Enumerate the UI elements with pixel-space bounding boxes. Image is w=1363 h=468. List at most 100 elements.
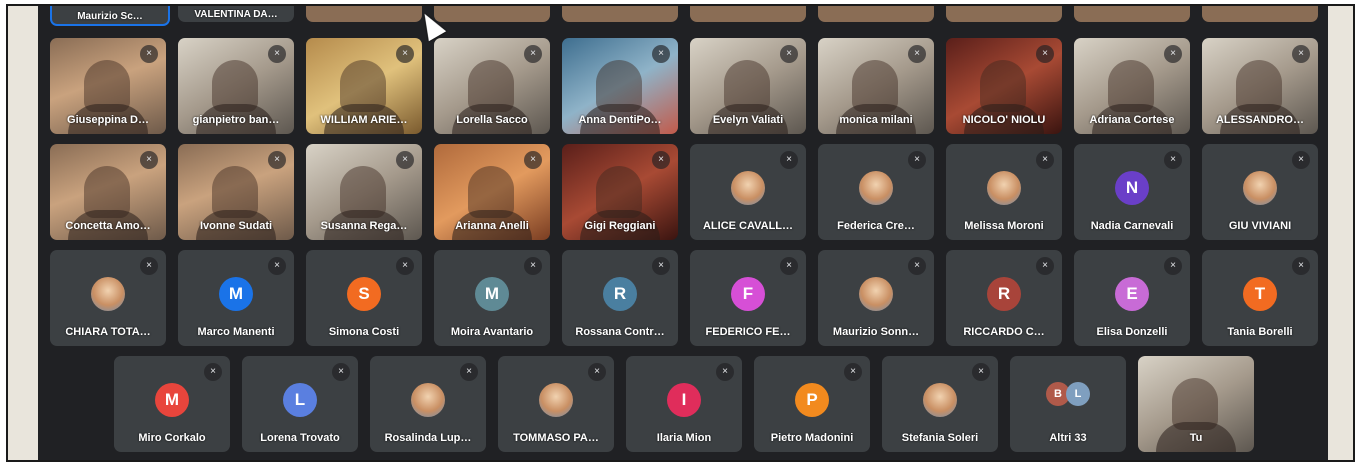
participant-tile[interactable]: × Anna DentiPo… [562,38,678,134]
mic-off-icon: × [1292,151,1310,169]
participant-tile[interactable]: × Ivonne Sudati [178,144,294,240]
mic-off-icon: × [716,363,734,381]
participant-tile[interactable]: × ALESSANDRO… [1202,38,1318,134]
avatar [731,171,765,205]
participant-name: Rossana Contr… [575,326,665,338]
participant-name: GIU VIVIANI [1228,220,1292,232]
mic-off-icon: × [268,45,286,63]
participant-name: ALICE CAVALL… [702,220,794,232]
participant-tile[interactable]: × Concetta Amo… [50,144,166,240]
participant-tile[interactable]: × Arianna Anelli [434,144,550,240]
participant-tile-partial[interactable]: Maurizio Sc… [50,6,170,26]
mic-off-icon: × [1036,257,1054,275]
participant-name: Stefania Soleri [901,432,979,444]
participant-tile[interactable]: I × Ilaria Mion [626,356,742,452]
mic-off-icon: × [332,363,350,381]
avatar [1243,171,1277,205]
participant-tile[interactable]: × ALICE CAVALL… [690,144,806,240]
avatar: R [987,277,1021,311]
mic-off-icon: × [588,363,606,381]
participant-tile[interactable]: T × Tania Borelli [1202,250,1318,346]
mic-off-icon: × [1292,257,1310,275]
participant-name: Evelyn Valiati [712,114,784,126]
mic-off-icon: × [268,257,286,275]
avatar [859,277,893,311]
avatar: S [347,277,381,311]
participant-name: Marco Manenti [197,326,275,338]
participant-tile[interactable]: N × Nadia Carnevali [1074,144,1190,240]
participant-tile-partial[interactable] [818,6,934,22]
participant-tile-partial[interactable] [946,6,1062,22]
participant-name: Ivonne Sudati [199,220,273,232]
participant-tile[interactable]: P × Pietro Madonini [754,356,870,452]
mic-off-icon: × [1036,45,1054,63]
participant-tile-partial[interactable] [434,6,550,22]
avatar: L [283,383,317,417]
participant-tile[interactable]: × gianpietro ban… [178,38,294,134]
participant-tile[interactable]: × Adriana Cortese [1074,38,1190,134]
participant-tile-partial[interactable]: VALENTINA DA… [178,6,294,22]
participant-tile[interactable]: × GIU VIVIANI [1202,144,1318,240]
participant-tile-partial[interactable] [1074,6,1190,22]
participant-tile[interactable]: E × Elisa Donzelli [1074,250,1190,346]
photo-frame: × Giuseppina D… × gianpietro ban… × WILLIAM A… [6,4,1355,462]
participant-tile[interactable]: M × Marco Manenti [178,250,294,346]
participant-tile[interactable]: × Maurizio Sonn… [818,250,934,346]
participant-tile[interactable]: × WILLIAM ARIE… [306,38,422,134]
participant-name: Maurizio Sonn… [832,326,920,338]
mic-off-icon: × [780,151,798,169]
participant-name: CHIARA TOTA… [65,326,151,338]
more-participants-tile[interactable]: B L Altri 33 [1010,356,1126,452]
mic-off-icon: × [396,45,414,63]
participant-tile-partial[interactable] [306,6,422,22]
participant-tile[interactable]: × Rosalinda Lup… [370,356,486,452]
participant-name: Tu [1189,432,1203,444]
avatar: N [1115,171,1149,205]
participant-name: Pietro Madonini [770,432,854,444]
participant-tile[interactable]: × CHIARA TOTA… [50,250,166,346]
participant-tile[interactable]: M × Moira Avantario [434,250,550,346]
participant-tile[interactable]: × NICOLO' NIOLU [946,38,1062,134]
participant-tile[interactable]: × Melissa Moroni [946,144,1062,240]
avatar: M [475,277,509,311]
mic-off-icon: × [140,151,158,169]
participant-tile[interactable]: S × Simona Costi [306,250,422,346]
participant-name: Elisa Donzelli [1096,326,1168,338]
participant-tile[interactable]: Tu [1138,356,1254,452]
participant-name: Federica Cre… [837,220,915,232]
participant-name: Nadia Carnevali [1090,220,1174,232]
avatar: T [1243,277,1277,311]
participant-tile[interactable]: M × Miro Corkalo [114,356,230,452]
mic-off-icon: × [524,257,542,275]
participant-name: monica milani [839,114,913,126]
participant-tile-partial[interactable] [690,6,806,22]
participant-tile[interactable]: L × Lorena Trovato [242,356,358,452]
avatar: R [603,277,637,311]
participant-name: Maurizio Sc… [77,11,143,22]
participant-name: VALENTINA DA… [194,9,278,20]
participant-tile[interactable]: × Susanna Rega… [306,144,422,240]
mic-off-icon: × [204,363,222,381]
participant-tile[interactable]: R × Rossana Contr… [562,250,678,346]
participant-name: Tania Borelli [1227,326,1293,338]
participant-name: Concetta Amo… [65,220,151,232]
participant-tile-partial[interactable] [1202,6,1318,22]
participant-tile[interactable]: × Gigi Reggiani [562,144,678,240]
participant-tile[interactable]: × TOMMASO PA… [498,356,614,452]
participant-name: Rosalinda Lup… [384,432,472,444]
participant-tile-partial[interactable] [562,6,678,22]
participant-tile[interactable]: F × FEDERICO FE… [690,250,806,346]
participant-tile[interactable]: × Stefania Soleri [882,356,998,452]
mic-off-icon: × [460,363,478,381]
participant-tile[interactable]: × Evelyn Valiati [690,38,806,134]
participant-tile[interactable]: × Federica Cre… [818,144,934,240]
participant-tile[interactable]: × Giuseppina D… [50,38,166,134]
mic-off-icon: × [908,257,926,275]
participant-tile[interactable]: R × RICCARDO C… [946,250,1062,346]
participant-tile[interactable]: × monica milani [818,38,934,134]
participant-name: Miro Corkalo [138,432,206,444]
mic-off-icon: × [140,257,158,275]
mic-off-icon: × [524,45,542,63]
participant-tile[interactable]: × Lorella Sacco [434,38,550,134]
avatar: M [155,383,189,417]
